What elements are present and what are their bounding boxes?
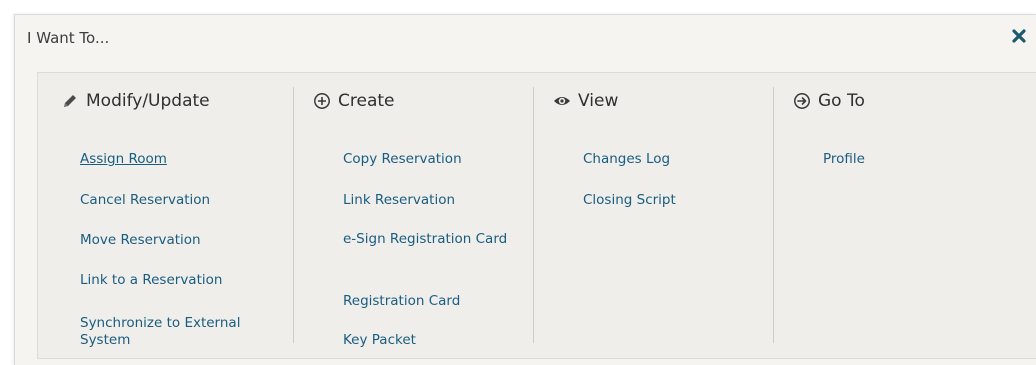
column-modify-update: Modify/Update Assign Room Cancel Reserva… [61, 73, 291, 358]
action-menu: Modify/Update Assign Room Cancel Reserva… [37, 72, 1036, 359]
eye-icon [553, 92, 571, 110]
panel-header: I Want To... [15, 15, 1036, 59]
copy-reservation-link[interactable]: Copy Reservation [343, 151, 533, 168]
column-heading-create: Create [313, 91, 395, 111]
column-create: Create Copy Reservation Link Reservation… [313, 73, 543, 358]
link-to-a-reservation-link[interactable]: Link to a Reservation [80, 272, 280, 289]
plus-circle-icon [313, 92, 331, 110]
column-view: View Changes Log Closing Script [553, 73, 783, 358]
close-icon[interactable] [1010, 27, 1028, 45]
link-reservation-link[interactable]: Link Reservation [343, 192, 533, 209]
registration-card-link[interactable]: Registration Card [343, 293, 533, 310]
column-divider [533, 87, 534, 343]
column-heading-go-to: Go To [793, 91, 865, 111]
i-want-to-panel: I Want To... Modify/Update Assign Room C… [14, 14, 1036, 365]
move-reservation-link[interactable]: Move Reservation [80, 232, 280, 249]
closing-script-link[interactable]: Closing Script [583, 192, 773, 209]
profile-link[interactable]: Profile [823, 151, 1013, 168]
column-heading-modify-update: Modify/Update [61, 91, 210, 111]
column-divider [293, 87, 294, 343]
pencil-icon [61, 92, 79, 110]
cancel-reservation-link[interactable]: Cancel Reservation [80, 192, 280, 209]
column-divider [773, 87, 774, 343]
key-packet-link[interactable]: Key Packet [343, 332, 533, 349]
changes-log-link[interactable]: Changes Log [583, 151, 773, 168]
esign-registration-card-link[interactable]: e-Sign Registration Card [343, 231, 508, 248]
column-go-to: Go To Profile [793, 73, 1023, 358]
assign-room-link[interactable]: Assign Room [80, 151, 280, 168]
column-heading-view: View [553, 91, 618, 111]
arrow-right-circle-icon [793, 92, 811, 110]
panel-title: I Want To... [27, 29, 110, 47]
synchronize-external-system-link[interactable]: Synchronize to External System [80, 315, 275, 349]
